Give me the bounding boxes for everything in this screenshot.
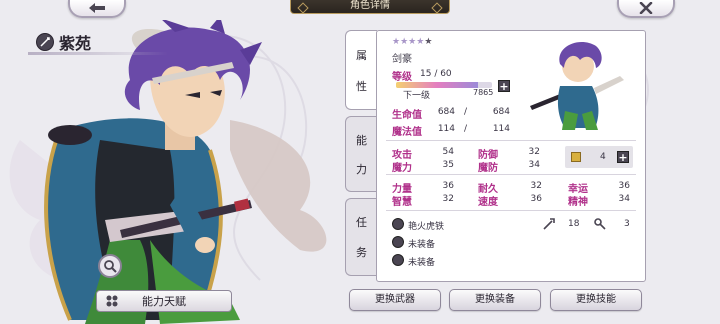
tab-ability-char-2: 力 — [356, 162, 367, 176]
mdef-label: 魔防 — [478, 163, 498, 174]
level-up-plus-button[interactable]: + — [498, 80, 510, 92]
change-equipment-button[interactable]: 更换装备 — [449, 289, 541, 311]
tab-ability[interactable]: 能 力 — [345, 116, 377, 192]
mp-slash: / — [464, 124, 468, 134]
character-name: 紫苑 — [59, 34, 92, 53]
tab-task-char-1: 任 — [356, 216, 367, 229]
mp-label: 魔法值 — [392, 127, 422, 138]
wis-label: 智慧 — [392, 197, 412, 208]
tab-attributes[interactable]: 属 性 — [345, 30, 377, 110]
character-name-row: 紫苑 — [36, 30, 91, 54]
end-value: 32 — [530, 181, 542, 191]
str-value: 36 — [442, 181, 454, 191]
back-button[interactable] — [68, 0, 126, 18]
talent-grid-icon — [106, 295, 118, 307]
page-title: 角色详情 — [290, 0, 450, 14]
divider — [386, 174, 636, 175]
armor-slot-text[interactable]: 未装备 — [408, 237, 435, 250]
wis-value: 32 — [442, 194, 454, 204]
arrow-left-icon — [89, 3, 105, 13]
spd-label: 速度 — [478, 197, 498, 208]
luck-value: 36 — [618, 181, 630, 191]
talent-button[interactable]: 能力天赋 — [96, 290, 232, 312]
sword-class-icon — [36, 33, 54, 51]
mp-current: 114 — [437, 124, 455, 134]
divider — [386, 210, 636, 211]
weapon-atk-value: 18 — [568, 219, 580, 229]
mag-label: 魔力 — [392, 163, 412, 174]
mp-max: 114 — [492, 124, 510, 134]
hp-slash: / — [464, 107, 468, 117]
level-label: 等级 — [392, 72, 412, 83]
character-portrait — [9, 20, 327, 324]
sword-stat-icon — [543, 218, 555, 230]
weapon-name[interactable]: 艳火虎铁 — [408, 219, 444, 232]
zoom-button[interactable] — [98, 254, 122, 278]
close-button[interactable] — [617, 0, 675, 18]
hp-max: 684 — [492, 107, 510, 117]
job-class: 剑豪 — [392, 54, 412, 65]
tab-ability-char-1: 能 — [356, 133, 367, 147]
weapon-slot-icon[interactable] — [392, 218, 404, 230]
next-level-value: 7865 — [473, 88, 494, 97]
chibi-sprite — [530, 42, 624, 130]
level-value: 15 / 60 — [420, 69, 452, 79]
def-value: 32 — [528, 147, 540, 157]
hp-label: 生命值 — [392, 110, 422, 121]
accessory-slot-text[interactable]: 未装备 — [408, 255, 435, 268]
tab-attributes-char-1: 属 — [356, 48, 367, 62]
mag-value: 35 — [442, 160, 454, 170]
change-weapon-button[interactable]: 更换武器 — [349, 289, 441, 311]
resource-plus-button[interactable]: + — [617, 151, 629, 163]
next-level-label: 下一级 — [403, 91, 431, 101]
spi-label: 精神 — [568, 197, 588, 208]
accessory-slot-icon[interactable] — [392, 254, 404, 266]
weapon-other-value: 3 — [624, 219, 630, 229]
mdef-value: 34 — [528, 160, 540, 170]
resource-value: 4 — [600, 152, 606, 162]
armor-slot-icon[interactable] — [392, 236, 404, 248]
magnifier-icon — [104, 260, 117, 273]
hp-current: 684 — [437, 107, 455, 117]
tab-task-char-2: 务 — [356, 246, 367, 259]
spi-value: 34 — [618, 194, 630, 204]
star-icon: ★ — [424, 37, 433, 47]
star-rating: ★★★★★ — [392, 37, 432, 47]
tab-task[interactable]: 任 务 — [345, 198, 377, 276]
key-stat-icon — [594, 218, 606, 230]
tab-attributes-char-2: 性 — [356, 79, 367, 93]
name-underline — [28, 52, 168, 55]
spd-value: 36 — [530, 194, 542, 204]
talent-button-label: 能力天赋 — [142, 295, 186, 308]
divider — [386, 140, 636, 141]
change-skill-button[interactable]: 更换技能 — [550, 289, 642, 311]
atk-value: 54 — [442, 147, 454, 157]
scroll-icon — [571, 152, 581, 162]
star-icon: ★ — [392, 37, 401, 47]
star-icon: ★ — [400, 37, 409, 47]
close-icon — [639, 2, 653, 14]
